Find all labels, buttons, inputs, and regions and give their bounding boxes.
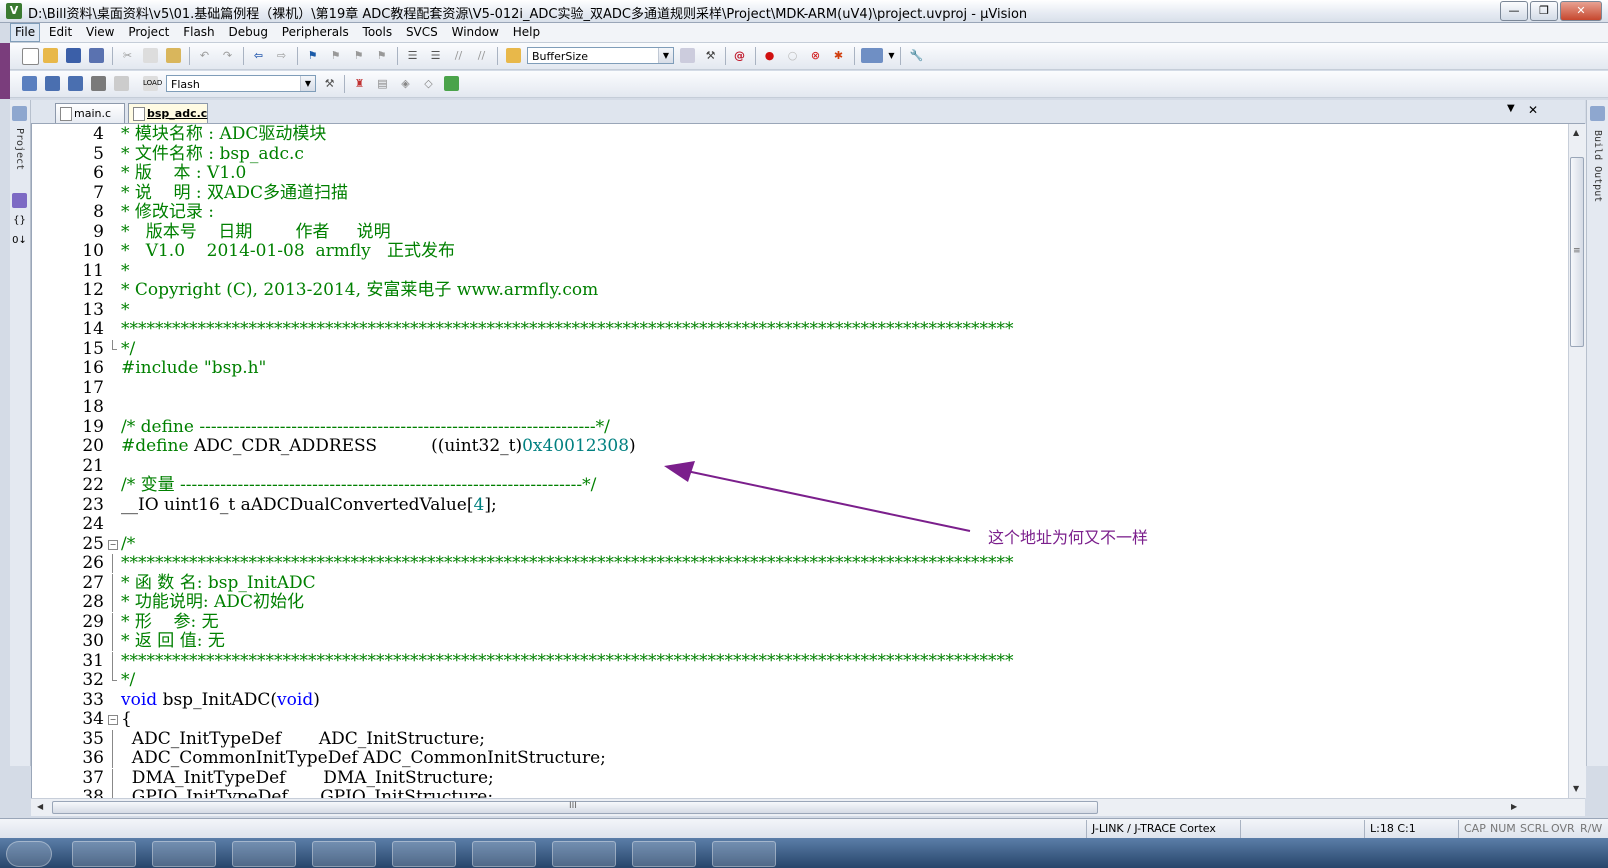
annotation-arrow (664, 461, 971, 532)
annotation-text: 这个地址为何又不一样 (988, 528, 1149, 547)
windows-taskbar (0, 838, 1608, 868)
taskbar-item[interactable] (152, 841, 216, 867)
status-scroll-lock: SCRL (1520, 822, 1549, 835)
taskbar-item[interactable] (632, 841, 696, 867)
annotation-arrow-line (681, 469, 971, 532)
taskbar-item[interactable] (232, 841, 296, 867)
taskbar-item[interactable] (72, 841, 136, 867)
status-divider (1240, 820, 1241, 838)
taskbar-item[interactable] (312, 841, 376, 867)
taskbar-item[interactable] (392, 841, 456, 867)
status-divider (1364, 820, 1365, 838)
status-caps-lock: CAP (1464, 822, 1486, 835)
taskbar-item[interactable] (552, 841, 616, 867)
status-read-write: R/W (1580, 822, 1603, 835)
taskbar-item[interactable] (472, 841, 536, 867)
start-button[interactable] (6, 841, 52, 867)
taskbar-item[interactable] (712, 841, 776, 867)
status-cursor-position: L:18 C:1 (1370, 822, 1416, 835)
status-overwrite: OVR (1551, 822, 1575, 835)
annotation-arrow-head (664, 461, 695, 482)
status-num-lock: NUM (1490, 822, 1516, 835)
status-divider (1086, 820, 1087, 838)
status-divider (1458, 820, 1459, 838)
status-bar: J-LINK / J-TRACE Cortex L:18 C:1 CAP NUM… (0, 818, 1608, 839)
status-debugger: J-LINK / J-TRACE Cortex (1092, 822, 1216, 835)
